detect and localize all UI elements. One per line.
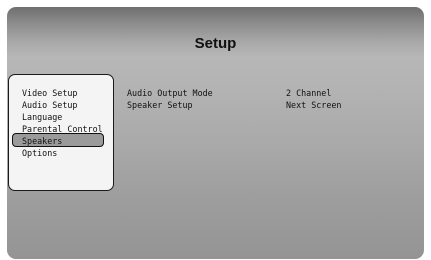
setup-screen: Setup Video Setup Audio Setup Language P… (7, 7, 424, 259)
menu-item-label: Speakers (22, 136, 63, 146)
menu-item-language[interactable]: Language (22, 111, 103, 123)
menu-item-label: Video Setup (22, 88, 78, 98)
menu-item-label: Audio Setup (22, 100, 78, 110)
setting-label: Speaker Setup (127, 100, 193, 110)
setting-value: Next Screen (286, 100, 342, 110)
menu-item-options[interactable]: Options (22, 147, 103, 159)
setting-value: 2 Channel (286, 88, 332, 98)
setting-row-speaker-setup[interactable]: Speaker Setup Next Screen (127, 99, 417, 111)
menu-item-label: Language (22, 112, 63, 122)
menu-item-parental-control[interactable]: Parental Control (22, 123, 103, 135)
menu-item-audio-setup[interactable]: Audio Setup (22, 99, 103, 111)
settings-list: Audio Output Mode 2 Channel Speaker Setu… (127, 87, 417, 111)
setting-row-audio-output-mode[interactable]: Audio Output Mode 2 Channel (127, 87, 417, 99)
setup-menu: Video Setup Audio Setup Language Parenta… (12, 87, 104, 159)
page-title: Setup (194, 35, 237, 52)
menu-item-label: Parental Control (22, 124, 103, 134)
menu-item-speakers[interactable]: Speakers (12, 133, 104, 147)
menu-item-video-setup[interactable]: Video Setup (22, 87, 103, 99)
setting-label: Audio Output Mode (127, 88, 213, 98)
menu-item-label: Options (22, 148, 58, 158)
